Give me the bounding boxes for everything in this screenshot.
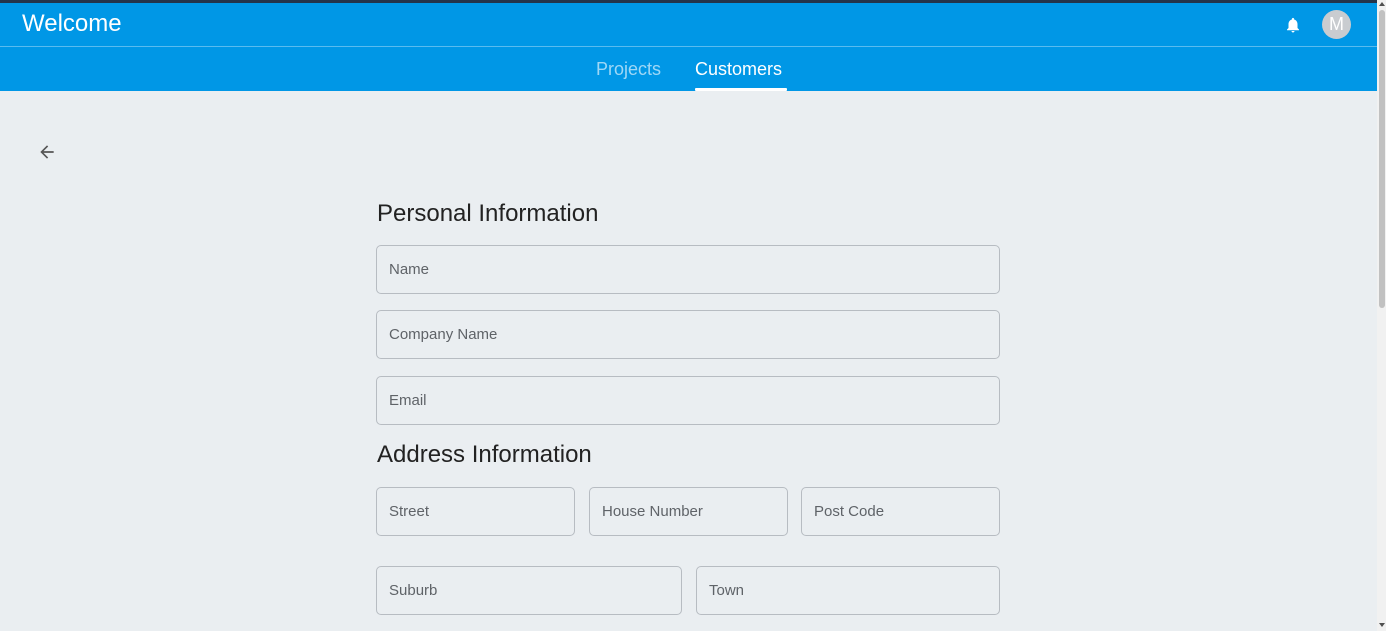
app-bar: Welcome M Projects Customers	[0, 3, 1377, 91]
bell-icon[interactable]	[1284, 15, 1302, 35]
app-bar-top-row: Welcome M	[0, 3, 1377, 47]
company-name-field[interactable]	[376, 310, 1000, 359]
town-field[interactable]	[696, 566, 1000, 615]
user-avatar[interactable]: M	[1322, 10, 1351, 39]
scrollbar-thumb[interactable]	[1379, 10, 1385, 308]
tab-projects[interactable]: Projects	[596, 59, 661, 79]
app-title: Welcome	[22, 10, 122, 37]
name-field[interactable]	[376, 245, 1000, 294]
scroll-up-arrow-icon[interactable]	[1379, 2, 1385, 6]
suburb-field[interactable]	[376, 566, 682, 615]
tab-customers[interactable]: Customers	[695, 59, 782, 79]
active-tab-indicator	[695, 88, 787, 91]
street-field[interactable]	[376, 487, 575, 536]
customer-form-page: Welcome M Projects Customers Personal In…	[0, 0, 1386, 631]
house-number-field[interactable]	[589, 487, 788, 536]
post-code-field[interactable]	[801, 487, 1000, 536]
address-information-heading: Address Information	[377, 441, 592, 468]
scroll-down-arrow-icon[interactable]	[1379, 623, 1385, 627]
arrow-left-icon[interactable]	[37, 142, 57, 162]
tab-bar: Projects Customers	[0, 47, 1377, 91]
personal-information-heading: Personal Information	[377, 200, 599, 227]
email-field[interactable]	[376, 376, 1000, 425]
